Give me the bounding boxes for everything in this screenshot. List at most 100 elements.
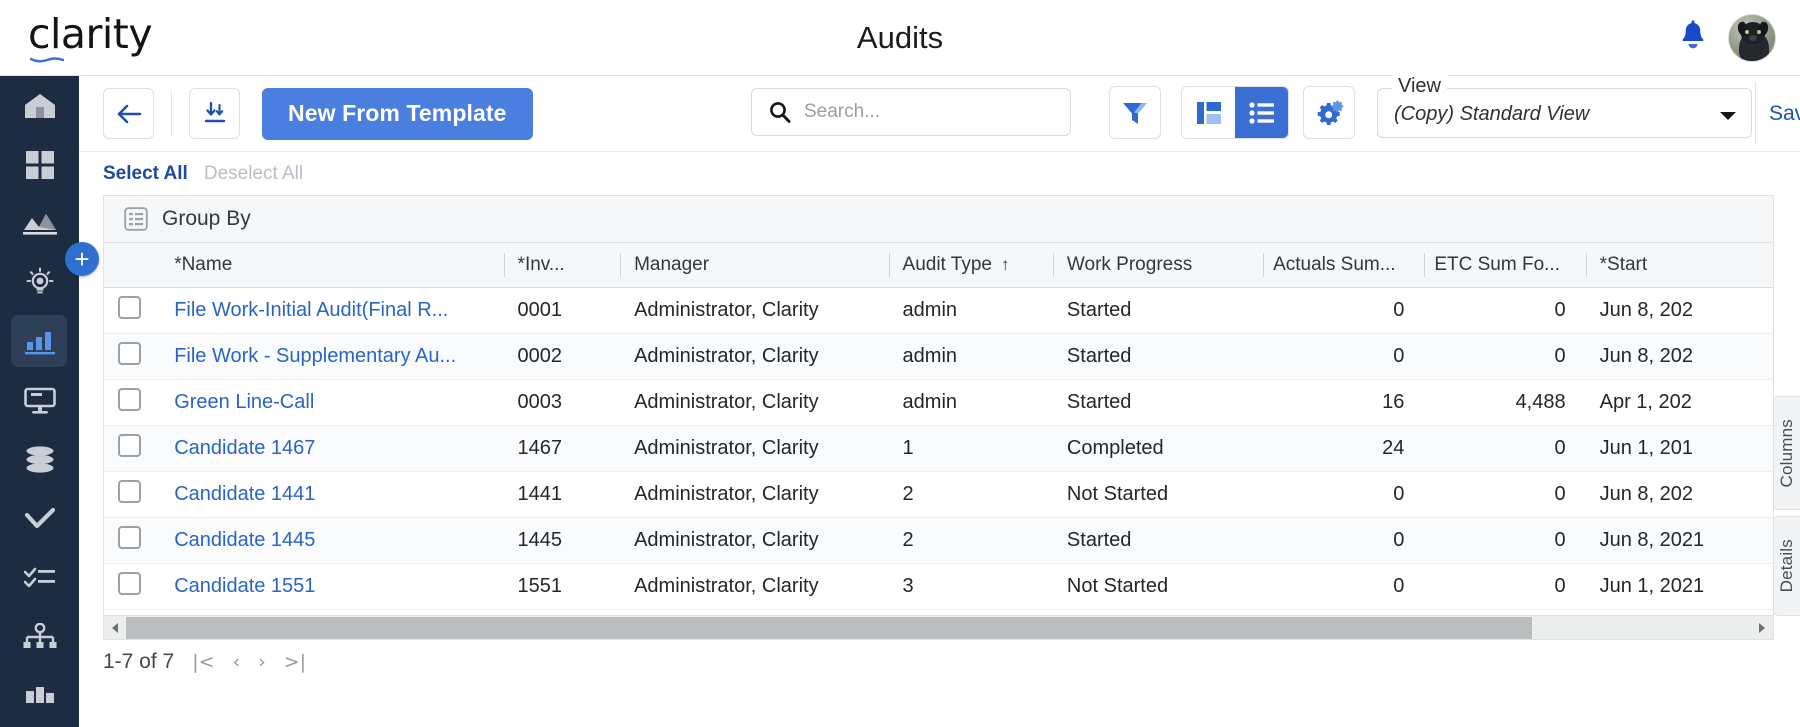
row-name-link[interactable]: Green Line-Call xyxy=(174,391,314,413)
cell-work-progress: Completed xyxy=(1052,425,1264,472)
search-input[interactable] xyxy=(792,90,1070,134)
triangle-right-icon xyxy=(1759,622,1765,633)
sidebar-item-hierarchy[interactable] xyxy=(0,607,79,666)
row-name-link[interactable]: File Work - Supplementary Au... xyxy=(174,345,456,367)
row-checkbox[interactable] xyxy=(118,387,141,411)
row-checkbox-cell[interactable] xyxy=(104,563,161,610)
view-selector[interactable]: View (Copy) Standard View xyxy=(1377,75,1752,138)
row-name-link[interactable]: Candidate 1551 xyxy=(174,575,315,597)
previous-page-button[interactable]: ‹ xyxy=(233,651,241,673)
row-name-link[interactable]: File Work-Initial Audit(Final R... xyxy=(174,299,448,321)
cell-inv: 1441 xyxy=(503,471,621,518)
sidebar-item-monitor[interactable] xyxy=(0,371,79,430)
column-header-etc-sum[interactable]: ETC Sum Fo... xyxy=(1424,243,1586,288)
filter-button[interactable] xyxy=(1109,86,1161,139)
select-all-link[interactable]: Select All xyxy=(103,163,188,185)
sidebar-item-reports[interactable] xyxy=(0,312,79,371)
column-header-etc-sum-label: ETC Sum Fo... xyxy=(1434,253,1560,275)
row-checkbox[interactable] xyxy=(118,341,141,365)
cell-name[interactable]: Candidate 1551 xyxy=(160,563,504,610)
column-header-work-progress-label: Work Progress xyxy=(1066,253,1193,275)
sidebar-item-dashboards[interactable] xyxy=(0,135,79,194)
sidebar-item-home[interactable] xyxy=(0,76,79,135)
row-name-link[interactable]: Candidate 1467 xyxy=(174,437,315,459)
row-checkbox-cell[interactable] xyxy=(104,471,161,518)
row-checkbox[interactable] xyxy=(118,479,141,503)
sidebar-item-more[interactable] xyxy=(0,666,79,725)
row-checkbox[interactable] xyxy=(118,525,141,549)
group-by-bar[interactable]: Group By xyxy=(104,196,1773,243)
pagination-bar: 1-7 of 7 |< ‹ › >| xyxy=(79,640,1800,684)
horizontal-scrollbar[interactable] xyxy=(104,615,1773,639)
table-row[interactable]: Green Line-Call 0003 Administrator, Clar… xyxy=(104,379,1773,426)
new-from-template-button[interactable]: New From Template xyxy=(262,87,533,140)
table-row[interactable]: File Work-Initial Audit(Final R... 0001 … xyxy=(104,287,1773,334)
column-header-manager-label: Manager xyxy=(634,253,710,275)
next-page-button[interactable]: › xyxy=(258,651,266,673)
details-side-tab[interactable]: Details xyxy=(1773,516,1800,616)
row-name-link[interactable]: Candidate 1441 xyxy=(174,483,315,505)
table-row[interactable]: Candidate 1467 1467 Administrator, Clari… xyxy=(104,425,1773,472)
first-page-button[interactable]: |< xyxy=(192,651,214,673)
cell-inv: 1445 xyxy=(503,517,621,564)
row-checkbox[interactable] xyxy=(118,295,141,319)
sidebar-item-approvals[interactable] xyxy=(0,489,79,548)
save-view-button[interactable]: Save xyxy=(1769,102,1800,126)
scroll-right-arrow[interactable] xyxy=(1751,617,1773,639)
row-checkbox[interactable] xyxy=(118,571,141,595)
sort-ascending-icon: ↑ xyxy=(1000,254,1010,274)
cell-etc-sum: 0 xyxy=(1424,287,1586,334)
scroll-left-arrow[interactable] xyxy=(104,617,126,639)
last-page-button[interactable]: >| xyxy=(284,651,306,673)
settings-button[interactable] xyxy=(1303,86,1355,139)
list-view-toggle[interactable] xyxy=(1235,87,1288,138)
chevron-down-icon[interactable] xyxy=(1719,110,1737,122)
logo-swoosh-icon xyxy=(30,57,64,63)
cell-name[interactable]: Candidate 1441 xyxy=(160,471,504,518)
column-header-start[interactable]: *Start xyxy=(1585,243,1773,288)
scrollbar-thumb[interactable] xyxy=(126,616,1532,639)
cell-name[interactable]: File Work - Supplementary Au... xyxy=(160,333,504,380)
column-header-name[interactable]: *Name xyxy=(160,243,504,288)
row-checkbox[interactable] xyxy=(118,433,141,457)
cell-name[interactable]: Candidate 1467 xyxy=(160,425,504,472)
sidebar-item-data[interactable] xyxy=(0,430,79,489)
search-box[interactable] xyxy=(751,88,1071,136)
deselect-all-link[interactable]: Deselect All xyxy=(204,163,303,185)
column-header-audit-type[interactable]: Audit Type ↑ xyxy=(888,243,1053,288)
column-header-manager[interactable]: Manager xyxy=(620,243,889,288)
filter-funnel-icon xyxy=(1123,102,1147,124)
row-checkbox-cell[interactable] xyxy=(104,379,161,426)
cell-name[interactable]: File Work-Initial Audit(Final R... xyxy=(160,287,504,334)
row-name-link[interactable]: Candidate 1445 xyxy=(174,529,315,551)
table-row[interactable]: Candidate 1445 1445 Administrator, Clari… xyxy=(104,517,1773,564)
columns-side-tab[interactable]: Columns xyxy=(1773,396,1800,510)
view-mode-toggle[interactable] xyxy=(1181,86,1289,139)
row-checkbox-cell[interactable] xyxy=(104,287,161,334)
cell-name[interactable]: Green Line-Call xyxy=(160,379,504,426)
scrollbar-track[interactable] xyxy=(126,616,1751,639)
cell-name[interactable]: Candidate 1445 xyxy=(160,517,504,564)
table-row[interactable]: File Work - Supplementary Au... 0002 Adm… xyxy=(104,333,1773,380)
cell-audit-type: admin xyxy=(888,287,1053,334)
top-header-bar: clarity Audits xyxy=(0,0,1800,76)
back-button[interactable] xyxy=(103,88,154,139)
download-button[interactable] xyxy=(189,88,240,139)
sidebar-item-analytics[interactable] xyxy=(0,194,79,253)
sidebar-item-tasks[interactable] xyxy=(0,548,79,607)
cell-etc-sum: 4,488 xyxy=(1424,379,1586,426)
row-checkbox-cell[interactable] xyxy=(104,425,161,472)
board-view-toggle[interactable] xyxy=(1182,87,1235,138)
org-chart-icon xyxy=(23,622,56,648)
row-checkbox-cell[interactable] xyxy=(104,333,161,380)
column-header-work-progress[interactable]: Work Progress xyxy=(1052,243,1264,288)
cell-actuals-sum: 0 xyxy=(1263,471,1425,518)
row-checkbox-cell[interactable] xyxy=(104,517,161,564)
avatar[interactable] xyxy=(1728,14,1776,62)
table-row[interactable]: Candidate 1441 1441 Administrator, Clari… xyxy=(104,471,1773,518)
add-row-button[interactable]: + xyxy=(65,242,99,276)
column-header-actuals-sum[interactable]: Actuals Sum... xyxy=(1263,243,1425,288)
table-row[interactable]: Candidate 1551 1551 Administrator, Clari… xyxy=(104,563,1773,610)
column-header-inv[interactable]: *Inv... xyxy=(503,243,621,288)
notification-bell-icon[interactable] xyxy=(1678,20,1708,54)
